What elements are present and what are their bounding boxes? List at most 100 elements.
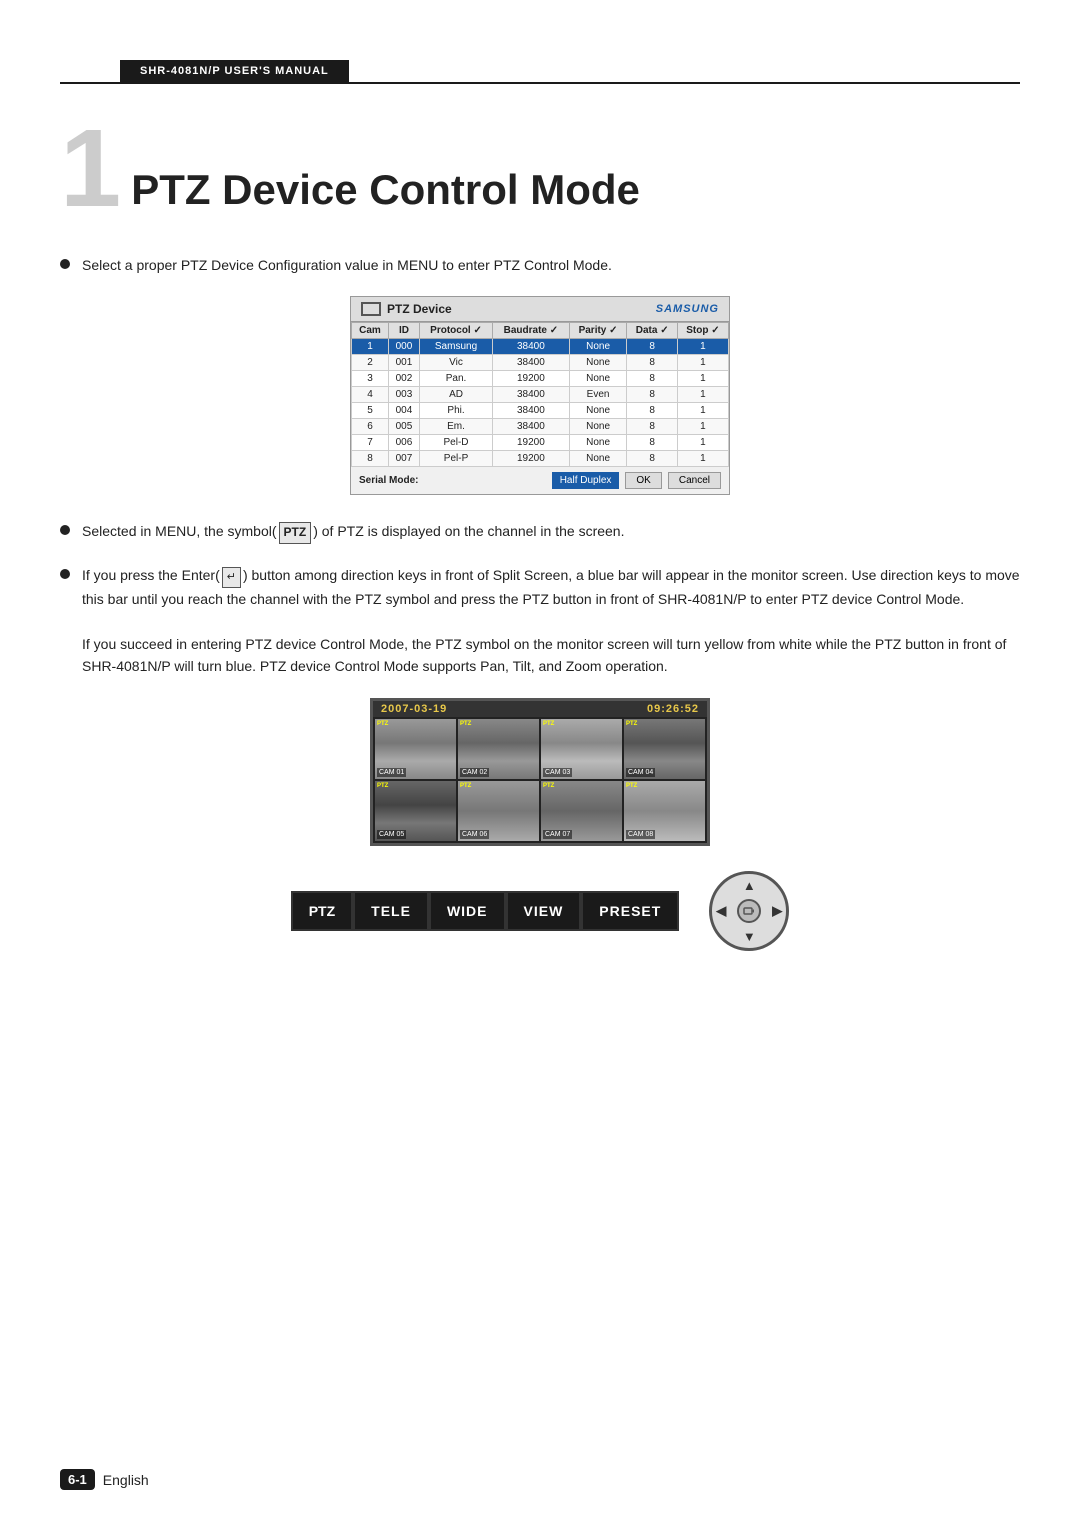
table-cell: 38400 (493, 419, 570, 435)
table-cell: 1 (677, 355, 728, 371)
footer: 6-1 English (60, 1469, 149, 1490)
cam-cell: PTZCAM 05 (375, 781, 456, 841)
table-cell: 19200 (493, 371, 570, 387)
cancel-button[interactable]: Cancel (668, 472, 721, 489)
table-cell: 1 (677, 339, 728, 355)
table-cell: None (569, 371, 627, 387)
cam-ptz-label: PTZ (626, 721, 637, 727)
serial-mode-label: Serial Mode: (359, 475, 418, 486)
table-cell: 3 (352, 371, 389, 387)
table-cell: 19200 (493, 451, 570, 467)
table-cell: 005 (388, 419, 419, 435)
table-row: 5004Phi.38400None81 (352, 403, 729, 419)
dpad-center-button[interactable] (737, 899, 761, 923)
table-cell: 7 (352, 435, 389, 451)
cam-label: CAM 07 (543, 830, 572, 839)
cam-ptz-label: PTZ (626, 783, 637, 789)
table-cell: 001 (388, 355, 419, 371)
bullet-item-1: Select a proper PTZ Device Configuration… (60, 254, 1020, 276)
table-cell: 38400 (493, 403, 570, 419)
bullet-dot-1 (60, 259, 70, 269)
cam-grid: PTZCAM 01PTZCAM 02PTZCAM 03PTZCAM 04PTZC… (373, 717, 707, 843)
ptz-symbol-inline: PTZ (279, 522, 312, 543)
dpad-outer: ▲ ▼ ◀ ▶ (709, 871, 789, 951)
cam-label: CAM 04 (626, 768, 655, 777)
bullet-text-2: Selected in MENU, the symbol( PTZ ) of P… (82, 520, 1020, 543)
cam-ptz-label: PTZ (543, 783, 554, 789)
table-cell: 8 (627, 371, 677, 387)
dpad-left-arrow: ◀ (716, 903, 726, 919)
half-duplex-button[interactable]: Half Duplex (552, 472, 620, 489)
table-cell: 38400 (493, 387, 570, 403)
table-cell: 4 (352, 387, 389, 403)
table-cell: 8 (627, 339, 677, 355)
table-cell: 004 (388, 403, 419, 419)
table-cell: 1 (677, 387, 728, 403)
table-cell: 000 (388, 339, 419, 355)
col-id: ID (388, 323, 419, 339)
cam-label: CAM 03 (543, 768, 572, 777)
preset-button[interactable]: PRESET (581, 891, 679, 931)
wide-button[interactable]: WIDE (429, 891, 506, 931)
chapter-title: PTZ Device Control Mode (131, 166, 640, 224)
monitor-screen: 2007-03-19 09:26:52 PTZ CAM 01 PTZ CAM 02 PT… (370, 698, 710, 846)
table-cell: 8 (352, 451, 389, 467)
table-cell: 38400 (493, 355, 570, 371)
cam-cell: PTZ CAM 03 (541, 719, 622, 779)
cam-ptz-label: PTZ (377, 783, 388, 789)
table-cell: 1 (677, 403, 728, 419)
cam-ptz-label: PTZ (543, 721, 554, 727)
table-row: 2001Vic38400None81 (352, 355, 729, 371)
chapter-number: 1 (60, 114, 121, 224)
view-button[interactable]: VIEW (506, 891, 582, 931)
table-cell: 1 (677, 371, 728, 387)
samsung-logo: SAMSUNG (656, 303, 719, 315)
bullet-item-3: If you press the Enter(↵) button among d… (60, 564, 1020, 678)
ptz-serial-row: Serial Mode: Half Duplex OK Cancel (351, 467, 729, 494)
ptz-panel-title: PTZ Device (361, 302, 452, 316)
col-stop: Stop ✓ (677, 323, 728, 339)
table-cell: None (569, 419, 627, 435)
table-row: 8007Pel-P19200None81 (352, 451, 729, 467)
cam-cell: PTZ CAM 01 (375, 719, 456, 779)
col-data: Data ✓ (627, 323, 677, 339)
ptz-button[interactable]: PTZ (291, 891, 353, 931)
table-cell: 1 (677, 451, 728, 467)
table-row: 7006Pel-D19200None81 (352, 435, 729, 451)
cam-label: CAM 08 (626, 830, 655, 839)
chapter-heading: 1 PTZ Device Control Mode (60, 114, 1020, 224)
table-cell: 002 (388, 371, 419, 387)
table-cell: 003 (388, 387, 419, 403)
monitor-time: 09:26:52 (647, 703, 699, 715)
ptz-device-table: Cam ID Protocol ✓ Baudrate ✓ Parity ✓ Da… (351, 322, 729, 467)
bullet-text-1: Select a proper PTZ Device Configuration… (82, 254, 1020, 276)
button-bar: PTZ TELE WIDE VIEW PRESET ▲ ▼ ◀ ▶ (60, 871, 1020, 951)
cam-ptz-label: PTZ (377, 721, 388, 727)
bullet-dot-3 (60, 569, 70, 579)
table-cell: 006 (388, 435, 419, 451)
cam-label: CAM 02 (460, 768, 489, 777)
table-cell: 8 (627, 355, 677, 371)
dpad-right-arrow: ▶ (772, 903, 782, 919)
bullet-dot-2 (60, 525, 70, 535)
table-cell: 1 (352, 339, 389, 355)
table-cell: 5 (352, 403, 389, 419)
table-cell: 8 (627, 451, 677, 467)
dpad-down-arrow: ▼ (743, 929, 756, 944)
footer-language: English (103, 1472, 149, 1488)
table-cell: 8 (627, 387, 677, 403)
table-cell: 1 (677, 435, 728, 451)
ok-button[interactable]: OK (625, 472, 661, 489)
table-cell: None (569, 403, 627, 419)
table-cell: Phi. (419, 403, 492, 419)
table-cell: Pel-D (419, 435, 492, 451)
table-cell: 8 (627, 403, 677, 419)
table-cell: Pel-P (419, 451, 492, 467)
cam-label: CAM 01 (377, 768, 406, 777)
table-row: 4003AD38400Even81 (352, 387, 729, 403)
enter-symbol: ↵ (222, 567, 241, 589)
direction-pad[interactable]: ▲ ▼ ◀ ▶ (709, 871, 789, 951)
tele-button[interactable]: TELE (353, 891, 429, 931)
table-cell: 007 (388, 451, 419, 467)
monitor-topbar: 2007-03-19 09:26:52 (373, 701, 707, 717)
